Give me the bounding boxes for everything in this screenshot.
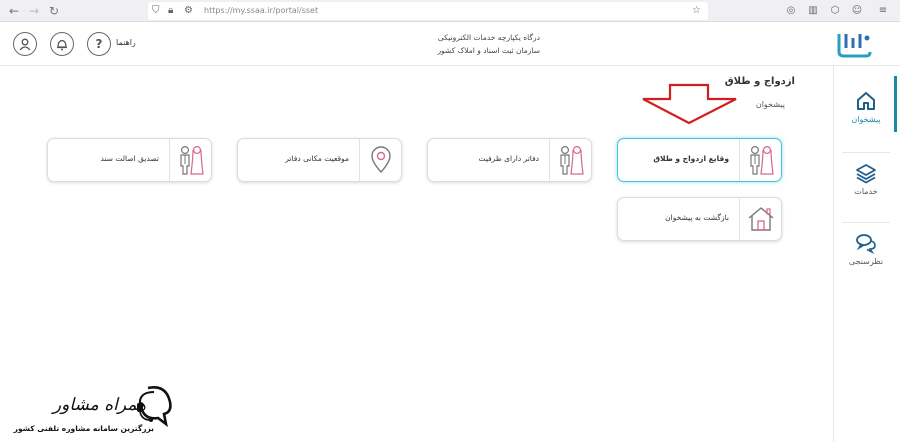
card-label: بازگشت به پیشخوان bbox=[665, 213, 729, 222]
home-icon bbox=[857, 92, 875, 110]
couple-icon bbox=[749, 145, 774, 175]
card-office-locations[interactable]: موقعیت مکانی دفاتر bbox=[237, 138, 402, 182]
url-text[interactable]: https://my.ssaa.ir/portal/sset bbox=[204, 5, 318, 17]
bookmark-star-icon[interactable]: ☆ bbox=[692, 4, 701, 18]
organization-name: سازمان ثبت اسناد و املاک کشور bbox=[437, 46, 540, 55]
permissions-icon[interactable]: ⚙ bbox=[184, 4, 193, 18]
forward-icon[interactable]: → bbox=[26, 3, 42, 19]
bell-icon bbox=[57, 39, 67, 50]
sidebar: پیشخوان خدمات نظرسنجی bbox=[833, 66, 897, 442]
chat-icon bbox=[856, 234, 876, 254]
address-bar[interactable]: ⛉ 🔒︎ ⚙ https://my.ssaa.ir/portal/sset ☆ bbox=[148, 2, 708, 20]
sidebar-label: خدمات bbox=[854, 187, 878, 196]
annotation-arrow bbox=[642, 83, 737, 125]
couple-icon bbox=[179, 145, 204, 175]
portal-title: درگاه یکپارچه خدمات الکترونیکی bbox=[437, 33, 540, 42]
back-icon[interactable]: ← bbox=[6, 3, 22, 19]
pocket-icon[interactable]: ◎ bbox=[784, 4, 798, 18]
watermark-brand-name: همراه مشاور bbox=[52, 395, 146, 415]
card-document-authenticity[interactable]: تصدیق اصالت سند bbox=[47, 138, 212, 182]
lock-icon[interactable]: 🔒︎ bbox=[168, 4, 173, 18]
sidebar-item-survey[interactable]: نظرسنجی bbox=[834, 232, 898, 292]
sidebar-divider bbox=[842, 152, 890, 153]
help-label[interactable]: راهنما bbox=[116, 38, 136, 47]
app-header: ? راهنما درگاه یکپارچه خدمات الکترونیکی … bbox=[0, 22, 900, 66]
card-back-to-dashboard[interactable]: بازگشت به پیشخوان bbox=[617, 197, 782, 241]
user-account-button[interactable] bbox=[13, 32, 37, 56]
card-label: وقایع ازدواج و طلاق bbox=[653, 154, 729, 163]
library-icon[interactable]: ▥ bbox=[806, 4, 820, 18]
browser-toolbar: ← → ↻ ⛉ 🔒︎ ⚙ https://my.ssaa.ir/portal/s… bbox=[0, 0, 900, 22]
reload-icon[interactable]: ↻ bbox=[46, 3, 62, 19]
location-pin-icon bbox=[370, 146, 391, 174]
account-icon[interactable]: ☺ bbox=[850, 4, 864, 18]
sidebar-item-services[interactable]: خدمات bbox=[834, 162, 898, 222]
couple-icon bbox=[559, 145, 584, 175]
sabt-logo[interactable] bbox=[836, 28, 874, 60]
user-icon bbox=[19, 38, 31, 51]
menu-icon[interactable]: ≡ bbox=[876, 4, 890, 18]
question-icon: ? bbox=[95, 37, 103, 51]
layers-icon bbox=[856, 164, 876, 184]
card-label: تصدیق اصالت سند bbox=[100, 154, 159, 163]
extensions-icon[interactable]: ⬡ bbox=[828, 4, 842, 18]
sidebar-divider bbox=[842, 222, 890, 223]
sidebar-label: پیشخوان bbox=[851, 115, 881, 124]
help-button[interactable]: ? bbox=[87, 32, 111, 56]
card-offices-with-capacity[interactable]: دفاتر دارای ظرفیت bbox=[427, 138, 592, 182]
card-marriage-divorce-events[interactable]: وقایع ازدواج و طلاق bbox=[617, 138, 782, 182]
card-label: موقعیت مکانی دفاتر bbox=[285, 154, 349, 163]
watermark-tagline: بزرگترین سامانه مشاوره تلفنی کشور bbox=[13, 424, 154, 433]
sidebar-item-dashboard[interactable]: پیشخوان bbox=[834, 90, 898, 150]
shield-icon[interactable]: ⛉ bbox=[152, 4, 160, 18]
home-outline-icon bbox=[748, 207, 773, 231]
notifications-button[interactable] bbox=[50, 32, 74, 56]
card-label: دفاتر دارای ظرفیت bbox=[478, 154, 539, 163]
sidebar-label: نظرسنجی bbox=[848, 257, 884, 266]
